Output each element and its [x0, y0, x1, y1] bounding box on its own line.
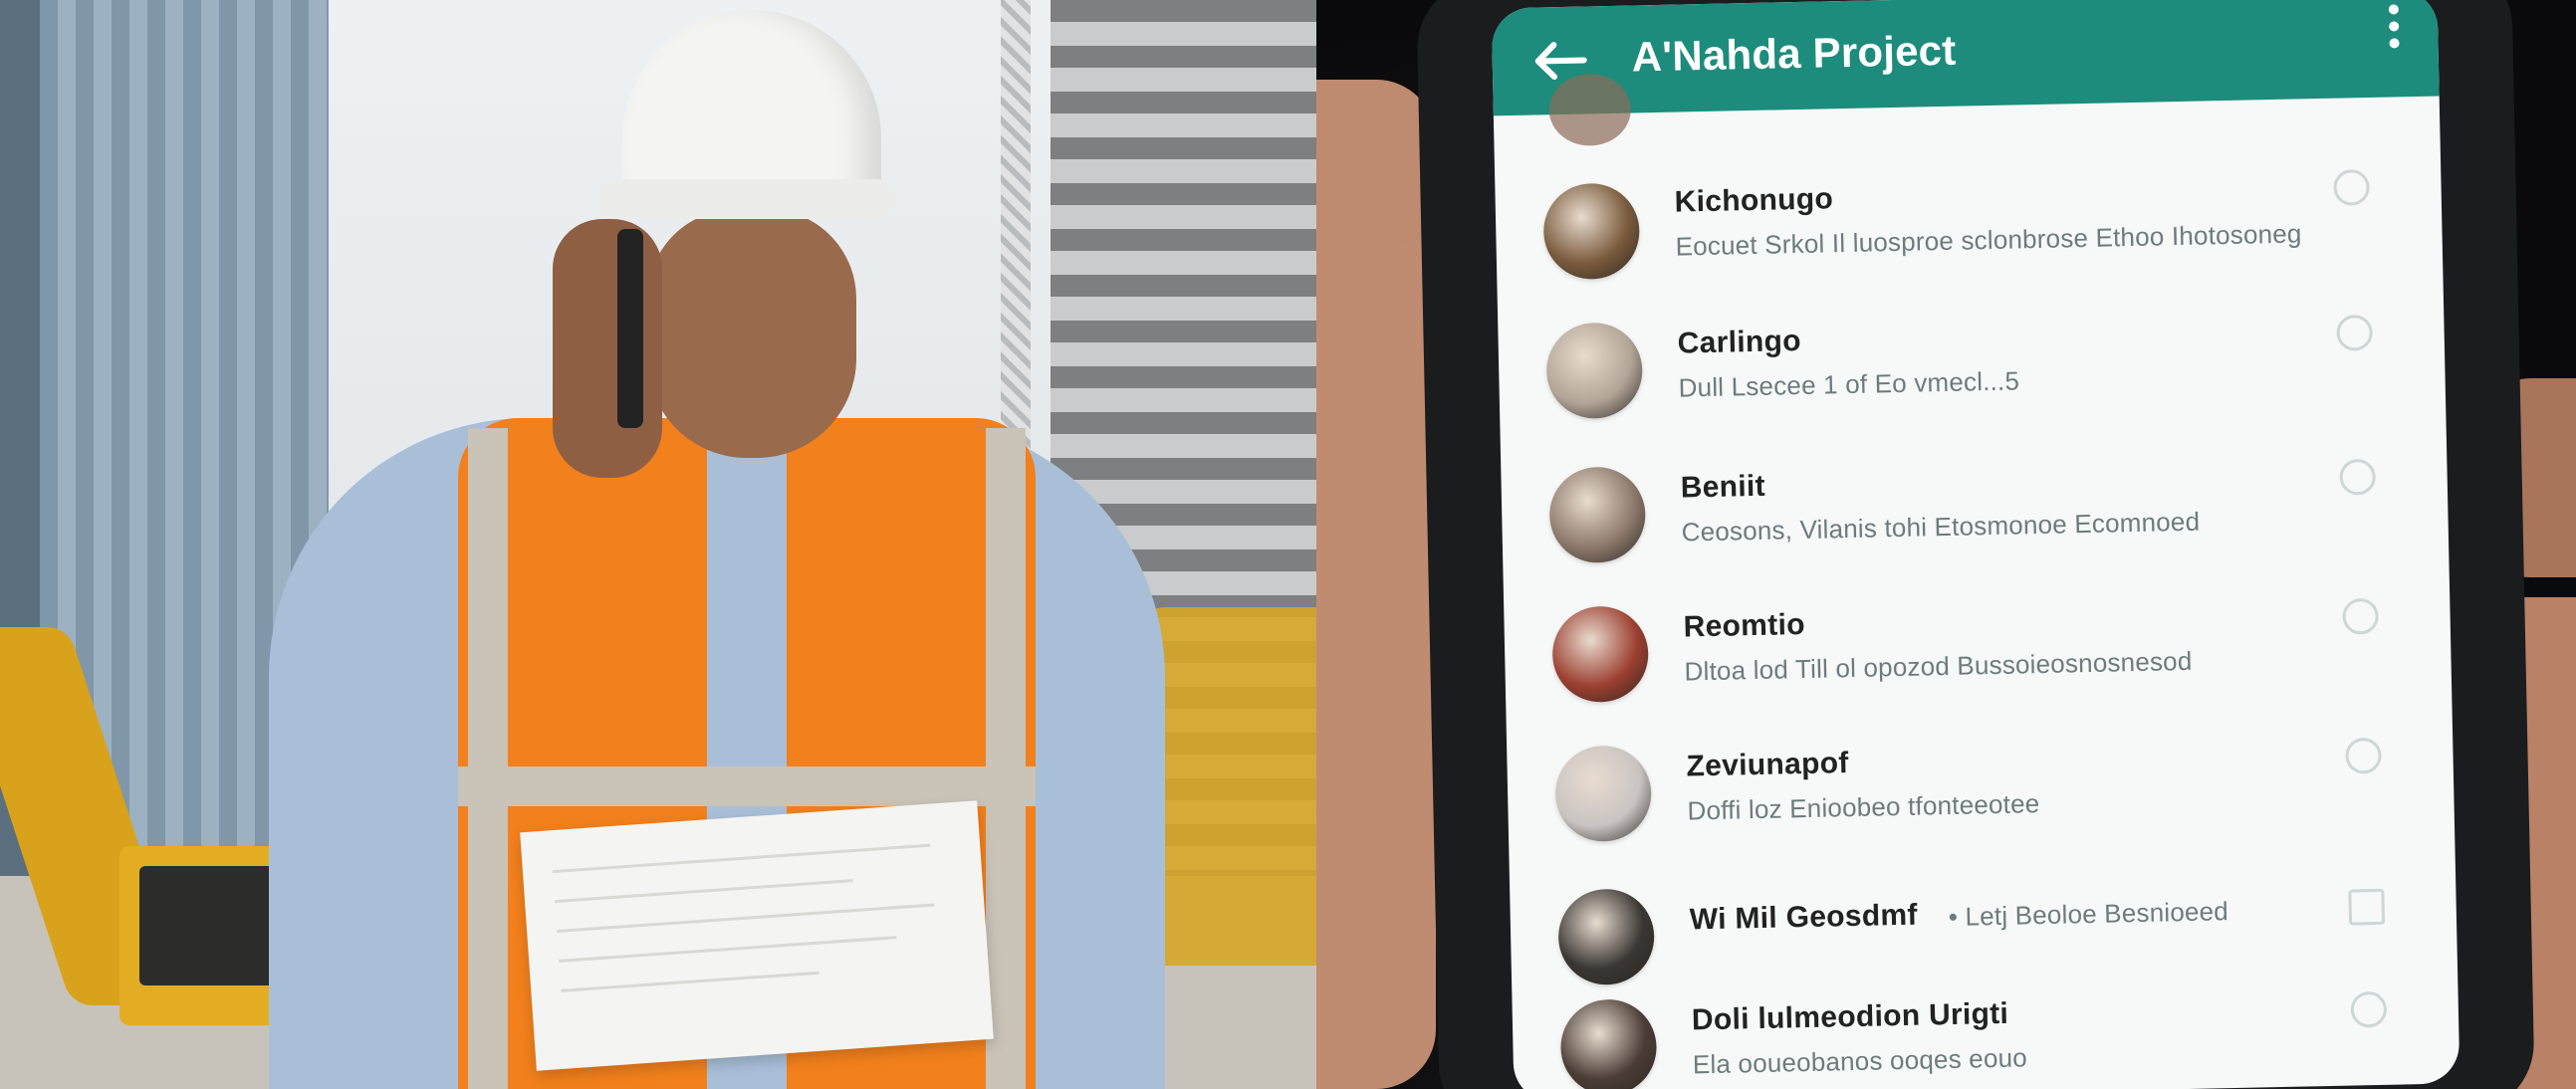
chat-name: Zeviunapof — [1686, 747, 1849, 783]
chat-name: Kichonugo — [1674, 182, 1834, 219]
chat-name: Beniit — [1680, 469, 1766, 505]
chat-name: Doli lulmeodion Urigti — [1691, 996, 2009, 1037]
chat-item-2[interactable]: Carlingo Dull Lsecee 1 of Eo vmecl...5 — [1498, 295, 2447, 454]
avatar — [1542, 182, 1641, 281]
chat-item-5[interactable]: Zeviunapof Doffi loz Enioobeo tfonteeote… — [1507, 718, 2456, 877]
chat-name: Wi Mil Geosdmf — [1689, 898, 1919, 937]
avatar — [1548, 466, 1647, 564]
chat-preview: Eocuet Srkol Il luosproe sclonbrose Etho… — [1675, 218, 2302, 262]
reflective-stripe — [458, 766, 1036, 806]
avatar — [1551, 605, 1650, 704]
chat-name: Carlingo — [1677, 324, 1802, 360]
worker-photo — [0, 0, 1316, 1089]
construction-worker — [269, 0, 1165, 1089]
checkbox-icon — [2348, 888, 2386, 926]
status-indicator-icon — [2345, 737, 2382, 774]
avatar — [1557, 888, 1656, 986]
partial-avatar — [1548, 73, 1632, 147]
chat-item-3[interactable]: Beniit Ceosons, Vilanis tohi Etosmonoe E… — [1501, 439, 2450, 598]
status-indicator-icon — [2339, 458, 2377, 496]
chat-app-screen: A'Nahda Project Kichonugo Eocuet Srkol I… — [1491, 0, 2460, 1089]
status-indicator-icon — [2342, 597, 2379, 635]
chat-preview: Ela ooueobanos ooqes eouo — [1692, 1042, 2028, 1080]
chat-item-4[interactable]: Reomtio Dltoa lod Till ol opozod Bussoie… — [1504, 578, 2453, 738]
chat-name: Reomtio — [1683, 607, 1806, 644]
phone-photo: A'Nahda Project Kichonugo Eocuet Srkol I… — [1316, 0, 2576, 1089]
status-indicator-icon — [2333, 168, 2370, 206]
chat-preview: Ceosons, Vilanis tohi Etosmonoe Ecomnoed — [1681, 506, 2201, 547]
smartphone: A'Nahda Project Kichonugo Eocuet Srkol I… — [1416, 0, 2536, 1089]
avatar — [1554, 745, 1653, 843]
worker-face — [647, 209, 856, 458]
status-indicator-icon — [2350, 990, 2388, 1028]
chat-preview: Doffi loz Enioobeo tfonteeotee — [1687, 788, 2040, 826]
status-indicator-icon — [2336, 314, 2374, 351]
mobile-phone-icon — [617, 229, 643, 428]
hand-holding-phone — [553, 219, 662, 478]
chat-preview: • Letj Beoloe Besnioeed — [1948, 896, 2229, 933]
chat-item-1[interactable]: Kichonugo Eocuet Srkol Il luosproe sclon… — [1495, 155, 2444, 315]
composite-image: A'Nahda Project Kichonugo Eocuet Srkol I… — [0, 0, 2576, 1089]
avatar — [1545, 322, 1644, 420]
paper-document — [520, 800, 994, 1071]
page-title: A'Nahda Project — [1631, 26, 1957, 81]
chat-preview: Dltoa lod Till ol opozod Bussoieosnosnes… — [1684, 645, 2193, 687]
more-options-icon[interactable] — [2388, 1, 2401, 51]
chat-preview: Dull Lsecee 1 of Eo vmecl...5 — [1678, 365, 2020, 403]
left-thumb — [1316, 80, 1436, 1089]
chat-list: Kichonugo Eocuet Srkol Il luosproe sclon… — [1494, 73, 2460, 1089]
chat-item-7[interactable]: Doli lulmeodion Urigti Ela ooueobanos oo… — [1512, 972, 2459, 1089]
avatar — [1559, 998, 1658, 1089]
